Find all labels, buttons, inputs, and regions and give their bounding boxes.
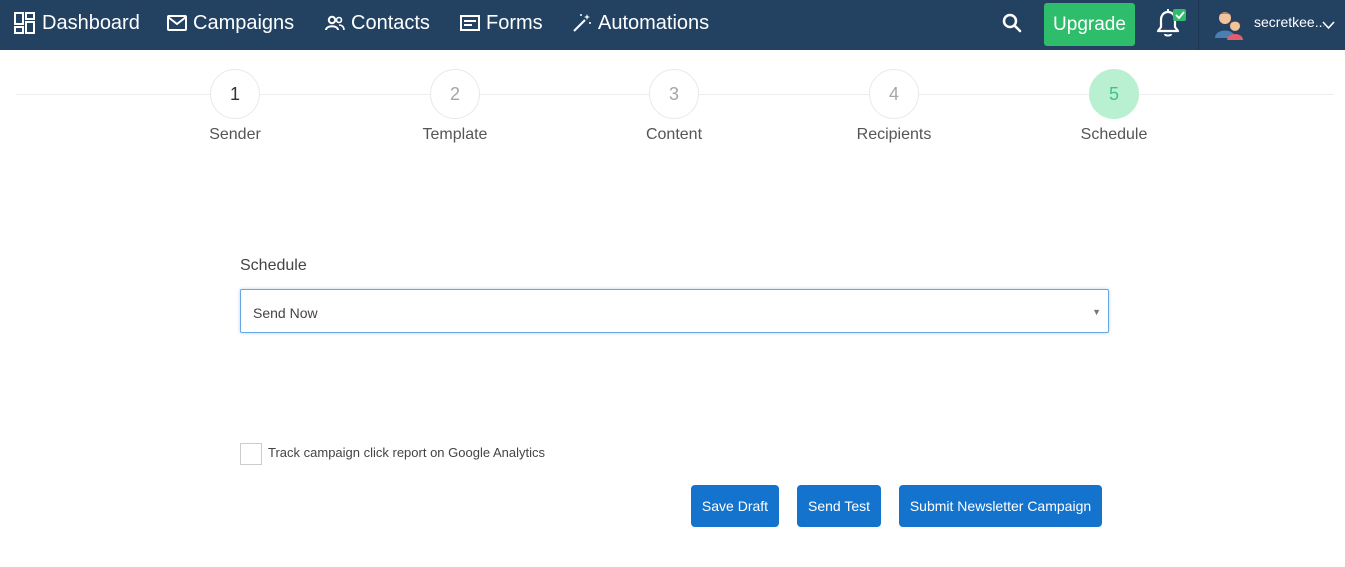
nav-automations[interactable]: Automations (572, 0, 709, 46)
step-label: Content (645, 126, 703, 143)
nav-contacts[interactable]: Contacts (325, 0, 430, 46)
step-recipients[interactable]: 4 Recipients (824, 69, 964, 144)
check-icon (1174, 11, 1185, 19)
step-label: Schedule (1080, 126, 1148, 143)
search-icon[interactable] (1000, 11, 1024, 35)
step-sender[interactable]: 1 Sender (165, 69, 305, 144)
upgrade-button[interactable]: Upgrade (1044, 3, 1135, 46)
nav-dashboard[interactable]: Dashboard (14, 0, 140, 46)
nav-campaigns[interactable]: Campaigns (167, 0, 294, 46)
notifications-button[interactable] (1154, 8, 1188, 40)
notification-check-badge (1173, 9, 1186, 21)
nav-automations-label: Automations (598, 11, 710, 34)
nav-forms[interactable]: Forms (460, 0, 543, 46)
track-analytics-label: Track campaign click report on Google An… (268, 445, 545, 460)
step-number: 5 (1089, 69, 1139, 119)
nav-campaigns-label: Campaigns (193, 11, 295, 34)
caret-down-icon: ▼ (1092, 307, 1101, 317)
send-test-button[interactable]: Send Test (797, 485, 881, 527)
avatar[interactable] (1213, 8, 1245, 40)
step-label: Template (422, 126, 488, 143)
magic-wand-icon (572, 13, 592, 33)
step-number: 3 (649, 69, 699, 119)
step-number: 1 (210, 69, 260, 119)
top-navigation-bar: Dashboard Campaigns Contacts Forms Autom… (0, 0, 1345, 50)
track-analytics-checkbox[interactable] (240, 443, 262, 465)
step-number: 4 (869, 69, 919, 119)
envelope-icon (167, 15, 187, 31)
nav-contacts-label: Contacts (351, 11, 430, 34)
step-number: 2 (430, 69, 480, 119)
dashboard-icon (14, 12, 36, 34)
step-schedule[interactable]: 5 Schedule (1044, 69, 1184, 144)
form-icon (460, 15, 480, 31)
username[interactable]: secretkee... (1254, 14, 1324, 30)
schedule-label: Schedule (240, 257, 307, 274)
schedule-select-value: Send Now (253, 305, 318, 321)
chevron-down-icon[interactable] (1322, 17, 1335, 30)
nav-dashboard-label: Dashboard (42, 11, 140, 34)
step-template[interactable]: 2 Template (385, 69, 525, 144)
submit-campaign-button[interactable]: Submit Newsletter Campaign (899, 485, 1102, 527)
step-content[interactable]: 3 Content (604, 69, 744, 144)
contacts-icon (325, 15, 345, 31)
nav-forms-label: Forms (486, 11, 543, 34)
step-label: Sender (209, 126, 261, 143)
schedule-select[interactable]: Send Now ▼ (240, 289, 1109, 333)
save-draft-button[interactable]: Save Draft (691, 485, 779, 527)
topbar-divider (1198, 0, 1199, 50)
step-label: Recipients (856, 126, 932, 143)
